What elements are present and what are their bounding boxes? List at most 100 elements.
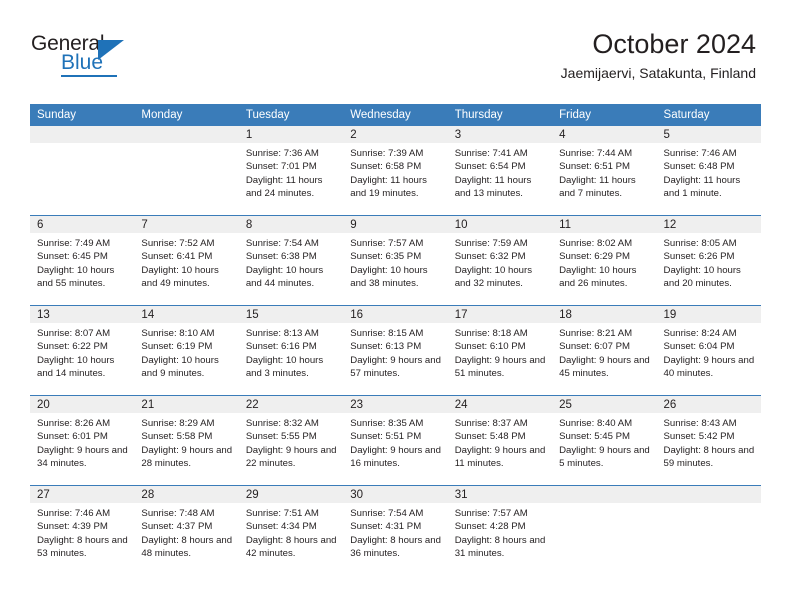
day-number: 2: [343, 126, 448, 143]
sunset-text: Sunset: 6:04 PM: [663, 341, 735, 353]
sunset-text: Sunset: 6:41 PM: [141, 251, 213, 263]
page-title: October 2024: [592, 29, 756, 59]
sunset-text: Sunset: 4:34 PM: [245, 521, 317, 533]
calendar-day-cell: 10 Sunrise: 7:59 AM Sunset: 6:32 PM Dayligh…: [447, 215, 553, 306]
day-number: 25: [552, 396, 657, 413]
day-number: 28: [134, 486, 239, 503]
sunrise-text: Sunrise: 8:29 AM: [141, 418, 215, 429]
logo-text-blue: Blue: [61, 51, 104, 74]
calendar-day-cell: 25 Sunrise: 8:40 AM Sunset: 5:45 PM Dayligh…: [552, 395, 657, 486]
sunset-text: Sunset: 5:48 PM: [454, 431, 526, 443]
day-number: 17: [447, 306, 553, 323]
sunrise-text: Sunrise: 8:24 AM: [663, 328, 737, 339]
calendar-day-cell: 30 Sunrise: 7:54 AM Sunset: 4:31 PM Dayligh…: [343, 485, 448, 575]
calendar-day-cell: 6 Sunrise: 7:49 AM Sunset: 6:45 PM Daylight…: [30, 215, 135, 306]
sunset-text: Sunset: 5:45 PM: [559, 431, 631, 443]
page-header: General Blue October 2024 Jaemijaervi, S…: [0, 0, 792, 81]
calendar-day-cell: 28 Sunrise: 7:48 AM Sunset: 4:37 PM Dayligh…: [134, 485, 239, 575]
day-number: 1: [238, 126, 344, 143]
daylight-text: Daylight: 8 hours and 31 minutes.: [454, 534, 546, 559]
sunrise-text: Sunrise: 7:44 AM: [559, 148, 633, 159]
calendar-day-cell: 23 Sunrise: 8:35 AM Sunset: 5:51 PM Dayligh…: [343, 395, 448, 486]
sunrise-text: Sunrise: 8:26 AM: [37, 418, 111, 429]
day-number: 24: [447, 396, 553, 413]
sunset-text: Sunset: 4:39 PM: [37, 521, 108, 533]
daylight-text: Daylight: 8 hours and 42 minutes.: [245, 534, 337, 559]
sunrise-text: Sunrise: 8:43 AM: [663, 418, 737, 429]
day-number: [552, 486, 657, 503]
daylight-text: Daylight: 9 hours and 57 minutes.: [350, 354, 441, 379]
daylight-text: Daylight: 8 hours and 36 minutes.: [350, 534, 441, 559]
daylight-text: Daylight: 10 hours and 20 minutes.: [663, 264, 741, 289]
sunrise-text: Sunrise: 7:46 AM: [663, 148, 737, 159]
day-sun-info: Sunrise: 8:26 AM Sunset: 6:01 PM Daylight:…: [30, 413, 134, 470]
calendar-day-cell: 1 Sunrise: 7:36 AM Sunset: 7:01 PM Daylight…: [238, 126, 344, 216]
calendar-day-cell: 20 Sunrise: 8:26 AM Sunset: 6:01 PM Dayligh…: [30, 395, 135, 486]
sunrise-text: Sunrise: 8:13 AM: [245, 328, 319, 339]
calendar-day-cell: 21 Sunrise: 8:29 AM Sunset: 5:58 PM Dayligh…: [134, 395, 239, 486]
daylight-text: Daylight: 11 hours and 24 minutes.: [245, 174, 323, 199]
weekday-header-thursday: Thursday: [447, 104, 553, 126]
day-sun-info: Sunrise: 7:46 AM Sunset: 4:39 PM Daylight:…: [30, 503, 134, 560]
day-number: 11: [552, 216, 657, 233]
day-number: 13: [30, 306, 135, 323]
day-number: 8: [238, 216, 344, 233]
day-sun-info: Sunrise: 8:07 AM Sunset: 6:22 PM Daylight:…: [30, 323, 134, 380]
calendar-page: General Blue October 2024 Jaemijaervi, S…: [0, 0, 792, 612]
day-sun-info: Sunrise: 7:51 AM Sunset: 4:34 PM Daylight:…: [239, 503, 343, 560]
sunset-text: Sunset: 6:16 PM: [245, 341, 317, 353]
sunrise-text: Sunrise: 7:57 AM: [350, 238, 424, 249]
day-number: 29: [238, 486, 344, 503]
sunrise-text: Sunrise: 8:05 AM: [663, 238, 737, 249]
day-number: 10: [447, 216, 553, 233]
daylight-text: Daylight: 11 hours and 1 minute.: [663, 174, 741, 199]
day-sun-info: Sunrise: 7:52 AM Sunset: 6:41 PM Daylight:…: [134, 233, 238, 290]
day-sun-info: Sunrise: 8:13 AM Sunset: 6:16 PM Daylight:…: [239, 323, 343, 380]
calendar-header-row: Sunday Monday Tuesday Wednesday Thursday…: [30, 104, 761, 126]
daylight-text: Daylight: 9 hours and 28 minutes.: [141, 444, 233, 469]
calendar-day-cell: 29 Sunrise: 7:51 AM Sunset: 4:34 PM Dayligh…: [238, 485, 344, 575]
day-number: [134, 126, 239, 143]
calendar-week-row: 6 Sunrise: 7:49 AM Sunset: 6:45 PM Daylight…: [30, 215, 761, 306]
sunrise-text: Sunrise: 7:57 AM: [454, 508, 528, 519]
sunrise-text: Sunrise: 8:37 AM: [454, 418, 528, 429]
sunset-text: Sunset: 6:29 PM: [559, 251, 631, 263]
daylight-text: Daylight: 9 hours and 22 minutes.: [245, 444, 337, 469]
sunset-text: Sunset: 5:58 PM: [141, 431, 213, 443]
daylight-text: Daylight: 11 hours and 7 minutes.: [559, 174, 636, 199]
sunset-text: Sunset: 6:01 PM: [37, 431, 108, 443]
day-sun-info: Sunrise: 8:43 AM Sunset: 5:42 PM Daylight:…: [657, 413, 761, 470]
sunrise-text: Sunrise: 8:02 AM: [559, 238, 633, 249]
sunrise-text: Sunrise: 8:10 AM: [141, 328, 215, 339]
day-number: 12: [656, 216, 761, 233]
calendar-day-cell: 17 Sunrise: 8:18 AM Sunset: 6:10 PM Dayligh…: [447, 305, 553, 396]
calendar-day-cell: 7 Sunrise: 7:52 AM Sunset: 6:41 PM Daylight…: [134, 215, 239, 306]
daylight-text: Daylight: 9 hours and 51 minutes.: [454, 354, 546, 379]
daylight-text: Daylight: 10 hours and 32 minutes.: [454, 264, 533, 289]
weekday-header-wednesday: Wednesday: [343, 104, 448, 126]
calendar-day-cell: 2 Sunrise: 7:39 AM Sunset: 6:58 PM Daylight…: [343, 126, 448, 216]
day-sun-info: Sunrise: 8:29 AM Sunset: 5:58 PM Daylight:…: [134, 413, 238, 470]
day-number: 3: [447, 126, 553, 143]
weekday-header-friday: Friday: [552, 104, 657, 126]
calendar-day-cell: 19 Sunrise: 8:24 AM Sunset: 6:04 PM Dayligh…: [656, 305, 761, 396]
daylight-text: Daylight: 10 hours and 14 minutes.: [37, 354, 115, 379]
calendar-day-cell-empty: [30, 126, 135, 216]
sunset-text: Sunset: 6:38 PM: [245, 251, 317, 263]
calendar-day-cell: 9 Sunrise: 7:57 AM Sunset: 6:35 PM Daylight…: [343, 215, 448, 306]
sunrise-text: Sunrise: 8:18 AM: [454, 328, 528, 339]
sunset-text: Sunset: 4:37 PM: [141, 521, 213, 533]
day-number: 21: [134, 396, 239, 413]
day-sun-info: Sunrise: 8:37 AM Sunset: 5:48 PM Daylight:…: [448, 413, 552, 470]
sunrise-text: Sunrise: 7:48 AM: [141, 508, 215, 519]
general-blue-logo: General Blue: [31, 33, 161, 78]
day-number: [30, 126, 135, 143]
sunset-text: Sunset: 6:58 PM: [350, 161, 422, 173]
sunrise-text: Sunrise: 8:40 AM: [559, 418, 633, 429]
daylight-text: Daylight: 8 hours and 59 minutes.: [663, 444, 755, 469]
sunset-text: Sunset: 5:42 PM: [663, 431, 735, 443]
day-sun-info: Sunrise: 7:39 AM Sunset: 6:58 PM Daylight:…: [343, 143, 447, 200]
day-number: 15: [238, 306, 344, 323]
sunrise-text: Sunrise: 7:41 AM: [454, 148, 528, 159]
calendar-day-cell: 5 Sunrise: 7:46 AM Sunset: 6:48 PM Daylight…: [656, 126, 761, 216]
